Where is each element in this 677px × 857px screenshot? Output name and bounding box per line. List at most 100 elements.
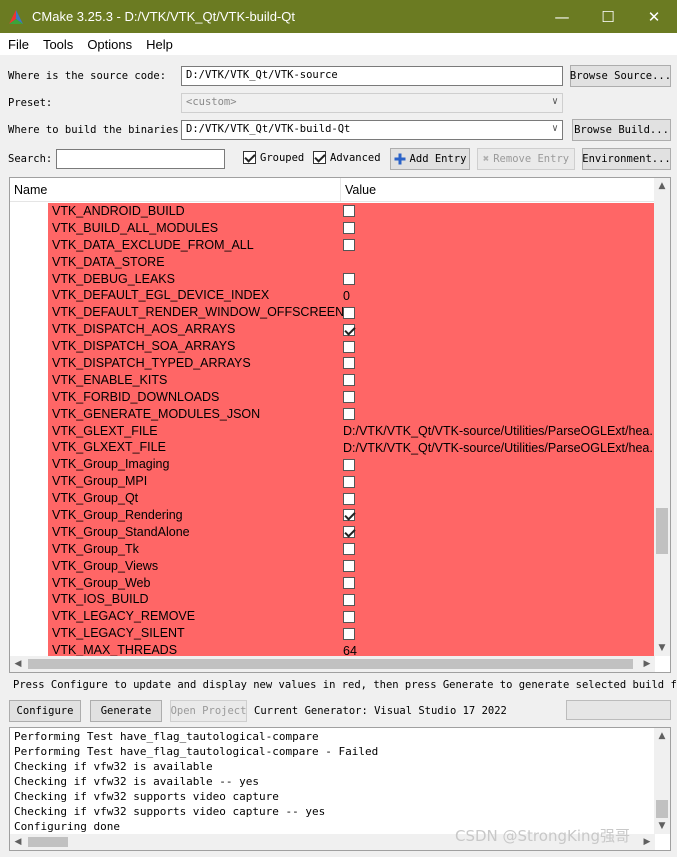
checkbox[interactable] — [343, 543, 355, 556]
checkbox[interactable] — [343, 509, 355, 522]
table-row[interactable]: VTK_GLXEXT_FILE D:/VTK/VTK_Qt/VTK-source/… — [10, 439, 655, 457]
checkbox[interactable] — [343, 577, 355, 590]
menu-tools[interactable]: Tools — [37, 37, 79, 52]
configure-button[interactable]: Configure — [9, 700, 81, 722]
table-horizontal-scrollbar[interactable]: ◀ ▶ — [10, 656, 655, 672]
row-value-checkbox[interactable] — [343, 591, 655, 608]
table-row[interactable]: VTK_DISPATCH_TYPED_ARRAYS — [10, 355, 655, 372]
row-value-checkbox[interactable] — [343, 203, 655, 220]
build-path-combo[interactable]: D:/VTK/VTK_Qt/VTK-build-Qt ∨ — [181, 120, 563, 140]
row-value-checkbox[interactable] — [343, 389, 655, 406]
checkbox[interactable] — [343, 374, 355, 387]
row-value-text[interactable]: D:/VTK/VTK_Qt/VTK-source/Utilities/Parse… — [343, 439, 655, 456]
row-value-checkbox[interactable] — [343, 355, 655, 372]
minimize-button[interactable]: — — [539, 0, 585, 33]
table-row[interactable]: VTK_Group_Qt — [10, 490, 655, 508]
scrollbar-thumb[interactable] — [28, 659, 633, 669]
scroll-up-icon[interactable]: ▲ — [654, 728, 670, 744]
row-value-checkbox[interactable] — [343, 625, 655, 642]
row-value-text[interactable]: D:/VTK/VTK_Qt/VTK-source/Utilities/Parse… — [343, 423, 655, 440]
log-vertical-scrollbar[interactable]: ▲ ▼ — [654, 728, 670, 834]
checkbox[interactable] — [343, 560, 355, 573]
checkbox[interactable] — [343, 526, 355, 539]
checkbox[interactable] — [343, 306, 355, 319]
table-row[interactable]: VTK_FORBID_DOWNLOADS — [10, 388, 655, 406]
checkbox[interactable] — [343, 391, 355, 404]
checkbox[interactable] — [343, 610, 355, 623]
table-row[interactable]: VTK_ENABLE_KITS — [10, 371, 655, 389]
maximize-button[interactable]: ☐ — [585, 0, 631, 33]
table-row[interactable]: VTK_BUILD_ALL_MODULES — [10, 219, 655, 237]
checkbox[interactable] — [343, 408, 355, 421]
row-value-checkbox[interactable] — [343, 524, 655, 541]
environment-button[interactable]: Environment... — [582, 148, 671, 170]
menu-help[interactable]: Help — [140, 37, 179, 52]
row-value-checkbox[interactable] — [343, 575, 655, 592]
advanced-checkbox[interactable]: Advanced — [313, 151, 381, 164]
checkbox[interactable] — [343, 239, 355, 252]
table-row[interactable]: VTK_LEGACY_SILENT — [10, 625, 655, 643]
table-row[interactable]: VTK_Group_Views — [10, 557, 655, 575]
checkbox[interactable] — [343, 627, 355, 640]
row-value-checkbox[interactable] — [343, 220, 655, 237]
cache-table[interactable]: Name Value VTK_ANDROID_BUILD VTK_BUILD_AL… — [9, 177, 671, 673]
row-value-checkbox[interactable] — [343, 541, 655, 558]
table-row[interactable]: VTK_DATA_EXCLUDE_FROM_ALL — [10, 236, 655, 254]
checkbox[interactable] — [343, 222, 355, 235]
scroll-left-icon[interactable]: ◀ — [10, 834, 26, 850]
menu-options[interactable]: Options — [81, 37, 138, 52]
scrollbar-thumb[interactable] — [28, 837, 68, 847]
table-row[interactable]: VTK_DEFAULT_RENDER_WINDOW_OFFSCREEN — [10, 304, 655, 322]
table-row[interactable]: VTK_DEBUG_LEAKS — [10, 270, 655, 288]
table-row[interactable]: VTK_LEGACY_REMOVE — [10, 608, 655, 626]
close-button[interactable]: ✕ — [631, 0, 677, 33]
row-value-checkbox[interactable] — [343, 507, 655, 524]
grouped-check-box[interactable] — [243, 151, 256, 164]
row-value-checkbox[interactable] — [343, 456, 655, 473]
checkbox[interactable] — [343, 273, 355, 285]
table-row[interactable]: VTK_Group_StandAlone — [10, 523, 655, 541]
advanced-check-box[interactable] — [313, 151, 326, 164]
scrollbar-thumb[interactable] — [656, 508, 668, 554]
checkbox[interactable] — [343, 340, 355, 353]
table-row[interactable]: VTK_ANDROID_BUILD — [10, 203, 655, 220]
scroll-right-icon[interactable]: ▶ — [639, 656, 655, 672]
source-path-field[interactable]: D:/VTK/VTK_Qt/VTK-source — [181, 66, 563, 86]
row-value-checkbox[interactable] — [343, 237, 655, 254]
add-entry-button[interactable]: Add Entry — [390, 148, 470, 170]
scroll-down-icon[interactable]: ▼ — [654, 818, 670, 834]
row-value-checkbox[interactable] — [343, 372, 655, 389]
table-row[interactable]: VTK_Group_MPI — [10, 473, 655, 491]
search-input[interactable] — [56, 149, 225, 169]
scroll-down-icon[interactable]: ▼ — [654, 640, 670, 656]
row-value-checkbox[interactable] — [343, 490, 655, 507]
row-value-checkbox[interactable] — [343, 321, 655, 338]
preset-combo[interactable]: <custom> ∨ — [181, 93, 563, 113]
table-row[interactable]: VTK_Group_Imaging — [10, 456, 655, 474]
checkbox[interactable] — [343, 357, 355, 370]
checkbox[interactable] — [343, 205, 355, 218]
table-row[interactable]: VTK_DEFAULT_EGL_DEVICE_INDEX 0 — [10, 287, 655, 305]
browse-build-button[interactable]: Browse Build... — [572, 119, 671, 141]
column-header-name[interactable]: Name — [14, 183, 47, 197]
checkbox[interactable] — [343, 492, 355, 505]
row-value-checkbox[interactable] — [343, 473, 655, 490]
table-row[interactable]: VTK_Group_Rendering — [10, 507, 655, 524]
table-vertical-scrollbar[interactable]: ▲ ▼ — [654, 178, 670, 656]
table-row[interactable]: VTK_IOS_BUILD — [10, 591, 655, 609]
menu-file[interactable]: File — [2, 37, 35, 52]
table-row[interactable]: VTK_DATA_STORE — [10, 253, 655, 271]
row-value-checkbox[interactable] — [343, 304, 655, 321]
table-row[interactable]: VTK_GENERATE_MODULES_JSON — [10, 405, 655, 423]
row-value-checkbox[interactable] — [343, 558, 655, 575]
row-value-checkbox[interactable] — [343, 608, 655, 625]
checkbox[interactable] — [343, 458, 355, 471]
checkbox[interactable] — [343, 323, 355, 336]
checkbox[interactable] — [343, 475, 355, 488]
scroll-up-icon[interactable]: ▲ — [654, 178, 670, 194]
checkbox[interactable] — [343, 593, 355, 606]
row-value-checkbox[interactable] — [343, 338, 655, 355]
grouped-checkbox[interactable]: Grouped — [243, 151, 304, 164]
scroll-right-icon[interactable]: ▶ — [639, 834, 655, 850]
row-value-checkbox[interactable] — [343, 406, 655, 423]
